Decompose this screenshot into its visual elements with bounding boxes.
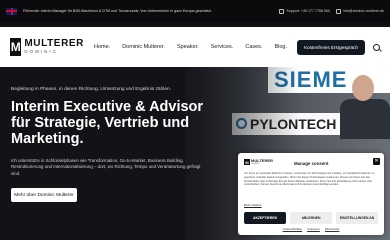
mail-icon: [336, 8, 341, 14]
nav-dominic-multerer[interactable]: Dominic Multerer.: [122, 44, 165, 50]
hero-kicker: Begleitung in Phasen, in denen Richtung,…: [11, 87, 172, 92]
decline-button[interactable]: ABLEHNEN: [290, 212, 332, 224]
consultation-button[interactable]: Kostenfreies Erstgespräch: [297, 39, 365, 55]
site-header: M MULTERER DOMINIC Home. Dominic Multere…: [0, 27, 390, 67]
phone-icon: [279, 8, 285, 14]
privacy-link[interactable]: Datenschutz: [325, 228, 339, 231]
uk-flag-icon[interactable]: [6, 7, 17, 15]
support-phone-text: Support: +49 177 7768 960: [286, 9, 330, 13]
nav-blog[interactable]: Blog.: [274, 44, 287, 50]
consent-logo-mark: M: [244, 159, 250, 165]
nav-home[interactable]: Home.: [94, 44, 110, 50]
learn-more-link[interactable]: Mehr erfahren: [244, 203, 262, 207]
cookie-policy-link[interactable]: Cookie-Richtlinie: [283, 228, 302, 231]
consent-links: Cookie-Richtlinie Impressum Datenschutz: [238, 228, 384, 231]
topbar-tagline: Führender Interim Manager für B2B-Wachst…: [23, 9, 212, 13]
hero-headline: Interim Executive & Advisor für Strategi…: [11, 99, 204, 147]
nav-services[interactable]: Services.: [211, 44, 234, 50]
email-link[interactable]: info@dominic-multerer.de: [336, 8, 384, 14]
email-text: info@dominic-multerer.de: [343, 9, 384, 13]
site-logo[interactable]: M MULTERER DOMINIC: [10, 38, 84, 56]
support-phone[interactable]: Support: +49 177 7768 960: [279, 8, 330, 14]
top-info-bar: Führender Interim Manager für B2B-Wachst…: [0, 0, 390, 22]
logo-mark: M: [10, 38, 22, 56]
preferences-button[interactable]: EINSTELLUNGEN AN: [336, 212, 378, 224]
search-icon[interactable]: [373, 43, 380, 51]
imprint-link[interactable]: Impressum: [307, 228, 320, 231]
cookie-consent-dialog: M MULTERER DOMINIC Manage consent ✕ Um I…: [238, 153, 384, 235]
consent-logo-sub: DOMINIC: [251, 163, 260, 165]
logo-name: MULTERER: [24, 38, 84, 50]
about-button[interactable]: Mehr über Dominic Multerer: [11, 188, 77, 202]
nav-cases[interactable]: Cases.: [245, 44, 262, 50]
accept-button[interactable]: AKZEPTIEREN: [244, 212, 286, 224]
consent-logo: M MULTERER DOMINIC: [244, 159, 273, 165]
consent-body: Um Ihnen ein optimales Erlebnis zu biete…: [244, 172, 375, 187]
hero-lead: Ich unterstütze in Schlüsselphasen wie T…: [11, 158, 201, 176]
close-icon[interactable]: ✕: [373, 158, 380, 165]
logo-subtitle: DOMINIC: [24, 49, 58, 55]
nav-speaker[interactable]: Speaker.: [177, 44, 199, 50]
speaker-photo: [338, 71, 390, 139]
main-nav: Home. Dominic Multerer. Speaker. Service…: [94, 44, 297, 50]
consent-buttons: AKZEPTIEREN ABLEHNEN EINSTELLUNGEN AN: [244, 212, 378, 224]
consent-title: Manage consent: [294, 161, 329, 166]
